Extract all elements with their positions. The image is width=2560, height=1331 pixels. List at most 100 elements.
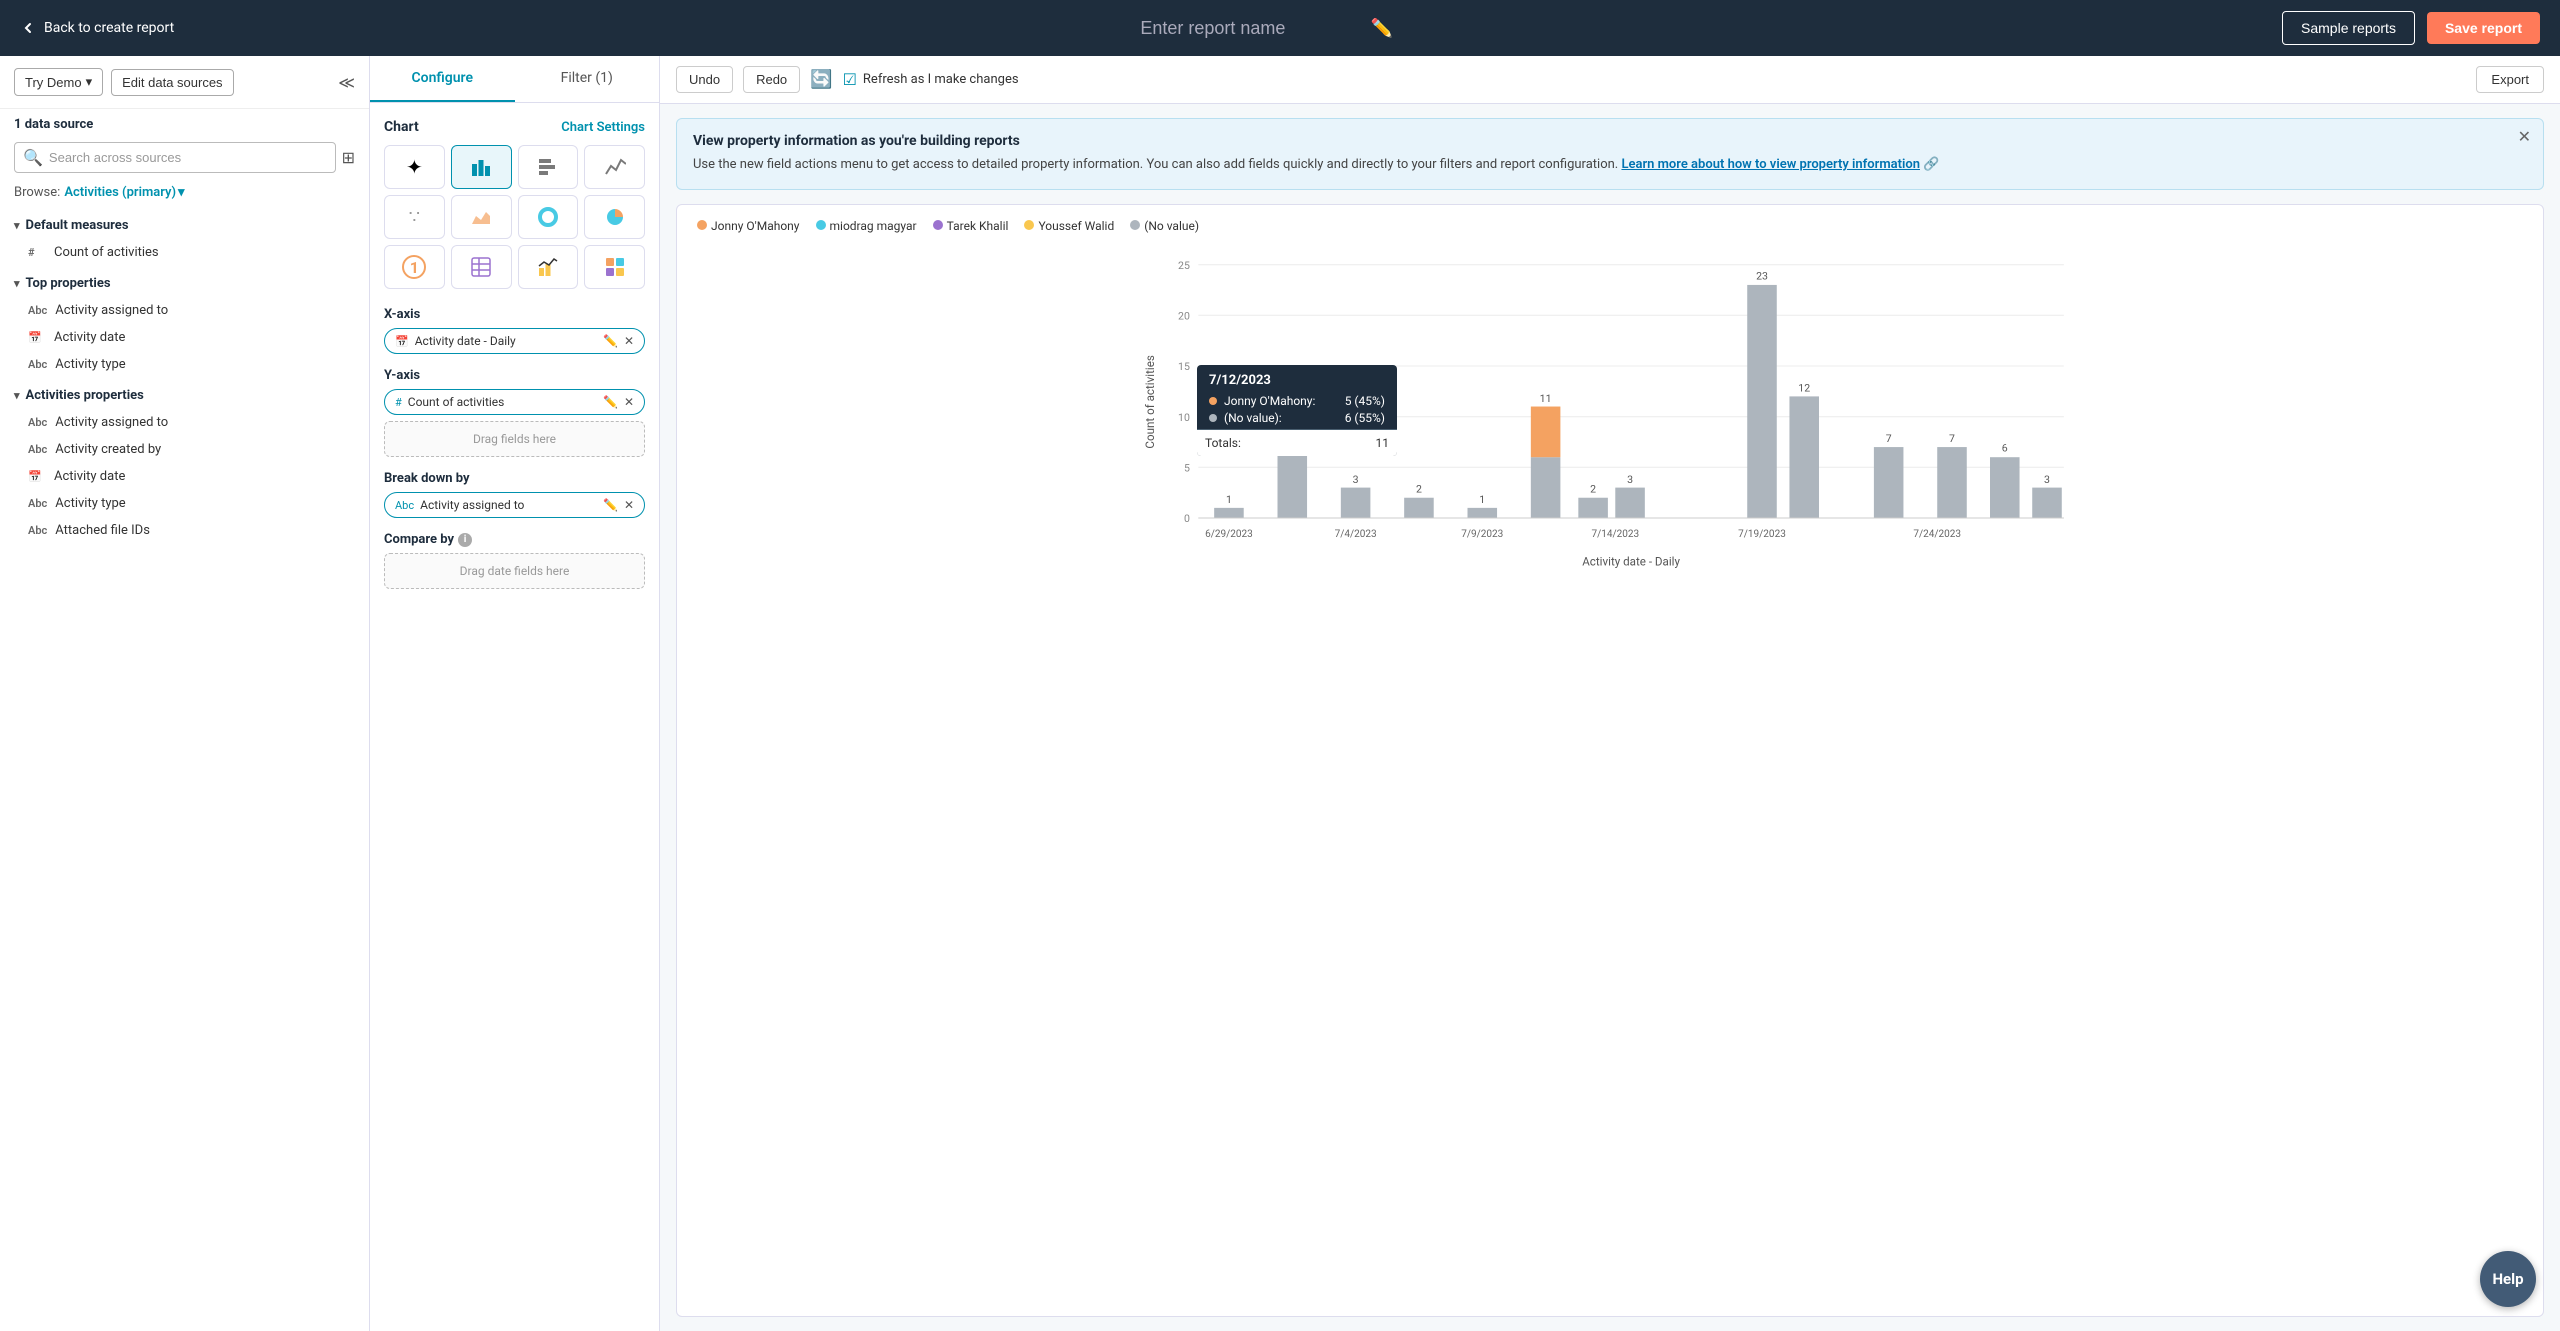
list-item[interactable]: Abc Activity created by	[0, 436, 369, 463]
chart-type-combo[interactable]	[518, 245, 579, 289]
svg-text:1: 1	[1226, 493, 1232, 506]
yaxis-chip[interactable]: # Count of activities ✏️ ✕	[384, 389, 645, 415]
close-xaxis-icon[interactable]: ✕	[624, 334, 634, 348]
breakdown-chip[interactable]: Abc Activity assigned to ✏️ ✕	[384, 492, 645, 518]
svg-text:7/9/2023: 7/9/2023	[1461, 529, 1503, 540]
chart-type-table[interactable]	[451, 245, 512, 289]
edit-breakdown-icon[interactable]: ✏️	[603, 498, 618, 512]
chart-type-area[interactable]	[451, 195, 512, 239]
edit-yaxis-icon[interactable]: ✏️	[603, 395, 618, 409]
list-item[interactable]: 📅 Activity date	[0, 324, 369, 351]
banner-link[interactable]: Learn more about how to view property in…	[1621, 157, 1920, 172]
chart-area: Jonny O'Mahony miodrag magyar Tarek Khal…	[676, 204, 2544, 1318]
sample-reports-button[interactable]: Sample reports	[2282, 11, 2415, 45]
close-yaxis-icon[interactable]: ✕	[624, 395, 634, 409]
xaxis-section: X-axis 📅 Activity date - Daily ✏️ ✕	[384, 307, 645, 354]
yaxis-drag-field: Drag fields here	[384, 421, 645, 457]
chart-type-magic[interactable]: ✦	[384, 145, 445, 189]
chart-svg: Count of activities 25 20 15 10 5 0	[697, 233, 2523, 613]
svg-text:7/14/2023: 7/14/2023	[1591, 529, 1639, 540]
back-button[interactable]: Back to create report	[20, 20, 174, 36]
svg-text:7: 7	[1949, 432, 1955, 445]
collapse-icon[interactable]: ≪	[338, 73, 355, 92]
list-item[interactable]: Abc Activity assigned to	[0, 409, 369, 436]
field-label: Count of activities	[54, 245, 159, 260]
svg-text:0: 0	[1184, 512, 1190, 525]
svg-text:5: 5	[1184, 461, 1190, 474]
search-wrap: 🔍 ⊞	[0, 136, 369, 181]
list-item[interactable]: Abc Activity type	[0, 351, 369, 378]
edit-xaxis-icon[interactable]: ✏️	[603, 334, 618, 348]
redo-button[interactable]: Redo	[743, 66, 800, 93]
main-layout: Try Demo ▾ Edit data sources ≪ 1 data so…	[0, 56, 2560, 1331]
chart-svg-wrap: Count of activities 25 20 15 10 5 0	[677, 233, 2543, 627]
top-nav: Back to create report ✏️ Sample reports …	[0, 0, 2560, 56]
chart-settings-link[interactable]: Chart Settings	[561, 120, 645, 135]
svg-text:6: 6	[2002, 441, 2008, 454]
chart-type-single-number[interactable]: 1	[384, 245, 445, 289]
browse-label: Browse:	[14, 185, 60, 200]
tab-filter[interactable]: Filter (1)	[515, 56, 660, 102]
scatter-icon: ∵	[409, 207, 420, 228]
yaxis-section: Y-axis # Count of activities ✏️ ✕ Drag f…	[384, 368, 645, 457]
svg-text:12: 12	[1798, 381, 1810, 394]
legend-item: miodrag magyar	[816, 219, 917, 233]
list-item[interactable]: # Count of activities	[0, 239, 369, 266]
report-name-input[interactable]	[1063, 18, 1363, 39]
left-top-bar: Try Demo ▾ Edit data sources ≪	[0, 56, 369, 109]
svg-text:7/4/2023: 7/4/2023	[1335, 529, 1377, 540]
list-item[interactable]: Abc Attached file IDs	[0, 517, 369, 544]
section-label: Activities properties	[26, 388, 144, 403]
list-item[interactable]: 📅 Activity date	[0, 463, 369, 490]
tab-configure[interactable]: Configure	[370, 56, 515, 102]
right-toolbar: Undo Redo 🔄 ☑ Refresh as I make changes …	[660, 56, 2560, 104]
calendar-icon: 📅	[28, 470, 46, 483]
export-button[interactable]: Export	[2476, 66, 2544, 93]
chart-type-bar[interactable]	[451, 145, 512, 189]
section-default-measures[interactable]: ▾ Default measures	[0, 208, 369, 239]
search-bar[interactable]: 🔍	[14, 142, 336, 173]
chart-type-line[interactable]	[584, 145, 645, 189]
chart-type-pivot[interactable]	[584, 245, 645, 289]
svg-text:2: 2	[1416, 482, 1422, 495]
chevron-down-icon: ▾	[14, 219, 20, 232]
close-banner-button[interactable]: ✕	[2518, 129, 2531, 145]
report-name-area: ✏️	[1063, 18, 1393, 39]
chart-type-donut[interactable]	[518, 195, 579, 239]
field-label: Activity date	[54, 469, 125, 484]
undo-button[interactable]: Undo	[676, 66, 733, 93]
chart-type-pie[interactable]	[584, 195, 645, 239]
list-item[interactable]: Abc Activity type	[0, 490, 369, 517]
chart-section-title: Chart Chart Settings	[384, 119, 645, 135]
pencil-icon[interactable]: ✏️	[1371, 18, 1393, 39]
list-item[interactable]: Abc Activity assigned to	[0, 297, 369, 324]
breakdown-value: Activity assigned to	[420, 498, 524, 512]
filter-icon[interactable]: ⊞	[342, 148, 355, 167]
field-label: Activity type	[55, 496, 125, 511]
svg-text:6/29/2023: 6/29/2023	[1205, 529, 1253, 540]
edit-sources-button[interactable]: Edit data sources	[111, 69, 233, 96]
try-demo-button[interactable]: Try Demo ▾	[14, 68, 103, 96]
svg-text:11: 11	[1540, 391, 1552, 404]
svg-text:1: 1	[1479, 493, 1485, 506]
svg-text:7/24/2023: 7/24/2023	[1913, 529, 1961, 540]
search-input[interactable]	[49, 150, 327, 165]
chart-type-scatter[interactable]: ∵	[384, 195, 445, 239]
browse-activities-link[interactable]: Activities (primary) ▾	[64, 185, 184, 200]
banner-body: Use the new field actions menu to get ac…	[693, 155, 2527, 175]
chart-type-horizontal-bar[interactable]	[518, 145, 579, 189]
field-label: Activity assigned to	[55, 415, 168, 430]
chart-label: Chart	[384, 119, 419, 135]
section-top-properties[interactable]: ▾ Top properties	[0, 266, 369, 297]
close-breakdown-icon[interactable]: ✕	[624, 498, 634, 512]
breakdown-label: Break down by	[384, 471, 645, 486]
section-activities-properties[interactable]: ▾ Activities properties	[0, 378, 369, 409]
save-report-button[interactable]: Save report	[2427, 12, 2540, 44]
xaxis-chip[interactable]: 📅 Activity date - Daily ✏️ ✕	[384, 328, 645, 354]
refresh-icon[interactable]: 🔄	[810, 69, 832, 90]
help-button[interactable]: Help	[2480, 1251, 2536, 1307]
refresh-check: ☑ Refresh as I make changes	[843, 70, 1019, 89]
svg-text:Count of activities: Count of activities	[1143, 355, 1157, 448]
legend-item: Youssef Walid	[1024, 219, 1114, 233]
xaxis-value: Activity date - Daily	[415, 334, 516, 348]
